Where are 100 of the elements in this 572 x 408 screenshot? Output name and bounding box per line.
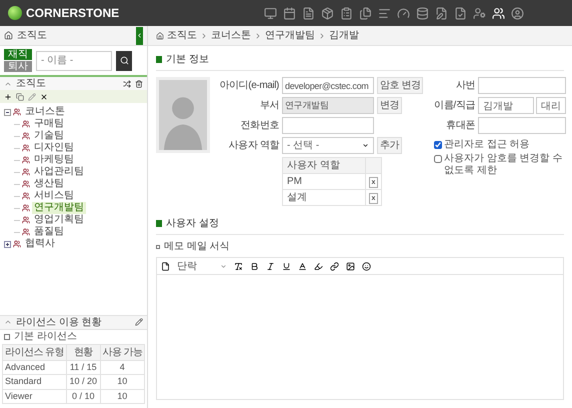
highlight-icon[interactable] bbox=[314, 262, 323, 270]
tree-item[interactable]: 사업관리팀 bbox=[32, 166, 86, 178]
collapse-toggle-icon[interactable] bbox=[4, 108, 11, 116]
table-cell: 설계 bbox=[282, 190, 366, 206]
tree-item[interactable]: 디자인팀 bbox=[32, 142, 76, 154]
group-icon bbox=[22, 144, 30, 152]
monitor-icon[interactable] bbox=[264, 6, 277, 20]
user-icon[interactable] bbox=[511, 6, 524, 20]
user-settings-icon[interactable] bbox=[473, 6, 486, 20]
chevron-right-icon bbox=[318, 32, 326, 40]
clipboard-icon[interactable] bbox=[340, 6, 353, 20]
new-document-icon[interactable] bbox=[161, 262, 170, 270]
home-icon bbox=[156, 32, 164, 40]
tree-item[interactable]: 코너스톤 bbox=[23, 106, 67, 118]
delete-icon[interactable] bbox=[40, 92, 48, 100]
column-header: 라이선스 유형 bbox=[2, 344, 66, 360]
checkbox[interactable] bbox=[434, 141, 442, 149]
field-button[interactable]: 추가 bbox=[377, 137, 402, 154]
table-cell: PM bbox=[282, 174, 366, 190]
panel-title: 라이선스 이용 현황 bbox=[16, 316, 102, 330]
tree-item[interactable]: 영업기획팀 bbox=[32, 214, 86, 226]
shuffle-icon[interactable] bbox=[123, 80, 131, 88]
text-field[interactable] bbox=[478, 77, 566, 94]
file-edit-icon[interactable] bbox=[435, 6, 448, 20]
checkbox[interactable] bbox=[434, 155, 442, 163]
license-subtitle: 기본 라이선스 bbox=[14, 330, 77, 344]
text-field[interactable]: 김개발 bbox=[478, 97, 534, 114]
expand-toggle-icon[interactable] bbox=[4, 240, 11, 248]
status-tab[interactable]: 재직 bbox=[4, 49, 32, 60]
text-field[interactable] bbox=[282, 117, 374, 134]
field-label: 아이디(e-mail) bbox=[218, 79, 279, 93]
caret-icon bbox=[362, 142, 369, 149]
checkbox-label: 사용자가 암호를 변경할 수 없도록 제한 bbox=[444, 153, 564, 177]
italic-icon[interactable] bbox=[266, 262, 275, 270]
gauge-icon[interactable] bbox=[397, 6, 410, 20]
table-cell: 10 bbox=[100, 374, 144, 389]
add-icon[interactable] bbox=[4, 92, 12, 100]
tree-item[interactable]: 기술팀 bbox=[32, 130, 66, 142]
image-icon[interactable] bbox=[346, 262, 355, 270]
calendar-icon[interactable] bbox=[283, 6, 296, 20]
logo-text: CORNERSTONE bbox=[26, 5, 120, 22]
tree-item[interactable]: 서비스팀 bbox=[32, 190, 76, 202]
chevron-right-icon bbox=[254, 32, 262, 40]
trash-icon[interactable] bbox=[135, 80, 143, 88]
tree-item[interactable]: 구매팀 bbox=[32, 118, 66, 130]
sidebar-title: 조직도 bbox=[17, 29, 47, 43]
group-icon bbox=[22, 156, 30, 164]
bold-icon[interactable] bbox=[250, 262, 259, 270]
breadcrumb-item[interactable]: 코너스톤 bbox=[211, 28, 251, 43]
caret-icon bbox=[220, 262, 227, 270]
tree-item[interactable]: 연구개발팀 bbox=[32, 202, 86, 214]
group-icon bbox=[22, 120, 30, 128]
group-icon bbox=[22, 204, 30, 212]
field-label: 사번 bbox=[454, 79, 475, 93]
emoji-icon[interactable] bbox=[362, 262, 371, 270]
files-icon[interactable] bbox=[359, 6, 372, 20]
breadcrumb-item[interactable]: 김개발 bbox=[329, 28, 359, 43]
bullet-icon bbox=[156, 244, 160, 248]
text-field[interactable]: developer@cstec.com bbox=[282, 77, 374, 94]
breadcrumb-item[interactable]: 연구개발팀 bbox=[265, 28, 315, 43]
column-header: 사용 가능 bbox=[100, 344, 144, 360]
document-icon[interactable] bbox=[302, 6, 315, 20]
field-label: 이름/직급 bbox=[433, 99, 475, 113]
text-color-icon[interactable] bbox=[298, 262, 307, 270]
field-label: 부서 bbox=[258, 99, 279, 113]
group-icon bbox=[22, 180, 30, 188]
database-icon[interactable] bbox=[416, 6, 429, 20]
link-icon[interactable] bbox=[330, 262, 339, 270]
role-select[interactable]: - 선택 - bbox=[282, 137, 374, 154]
group-icon bbox=[22, 132, 30, 140]
tree-item[interactable]: 품질팀 bbox=[32, 226, 66, 238]
chevron-left-icon bbox=[136, 32, 143, 39]
clear-format-icon[interactable] bbox=[234, 262, 243, 270]
text-field[interactable] bbox=[478, 117, 566, 134]
list-icon[interactable] bbox=[378, 6, 391, 20]
edit-icon[interactable] bbox=[135, 318, 143, 326]
tree-item[interactable]: 생산팀 bbox=[32, 178, 66, 190]
panel-title: 조직도 bbox=[16, 77, 46, 91]
collapse-caret-icon[interactable] bbox=[4, 318, 12, 326]
column-header: 사용자 역할 bbox=[282, 158, 366, 174]
tree-item[interactable]: 협력사 bbox=[23, 238, 57, 250]
copy-icon[interactable] bbox=[16, 92, 24, 100]
users-icon[interactable] bbox=[492, 6, 505, 20]
file-check-icon[interactable] bbox=[454, 6, 467, 20]
underline-icon[interactable] bbox=[282, 262, 291, 270]
box-icon[interactable] bbox=[321, 6, 334, 20]
table-cell: Standard bbox=[2, 374, 66, 389]
text-field[interactable]: 대리 bbox=[536, 97, 566, 114]
field-label: 전화번호 bbox=[240, 119, 279, 133]
name-search-field[interactable]: - 이름 - bbox=[36, 50, 112, 70]
field-button[interactable]: 암호 변경 bbox=[377, 77, 424, 94]
search-icon bbox=[120, 56, 128, 65]
breadcrumb-item[interactable]: 조직도 bbox=[167, 28, 197, 43]
group-icon bbox=[22, 192, 30, 200]
collapse-button[interactable] bbox=[136, 26, 143, 44]
paragraph-select[interactable]: 단락 bbox=[177, 258, 227, 274]
table-cell: Viewer bbox=[2, 389, 66, 404]
table-cell: 0 / 10 bbox=[66, 389, 100, 404]
search-button[interactable] bbox=[116, 50, 132, 70]
tree-item[interactable]: 마케팅팀 bbox=[32, 154, 76, 166]
